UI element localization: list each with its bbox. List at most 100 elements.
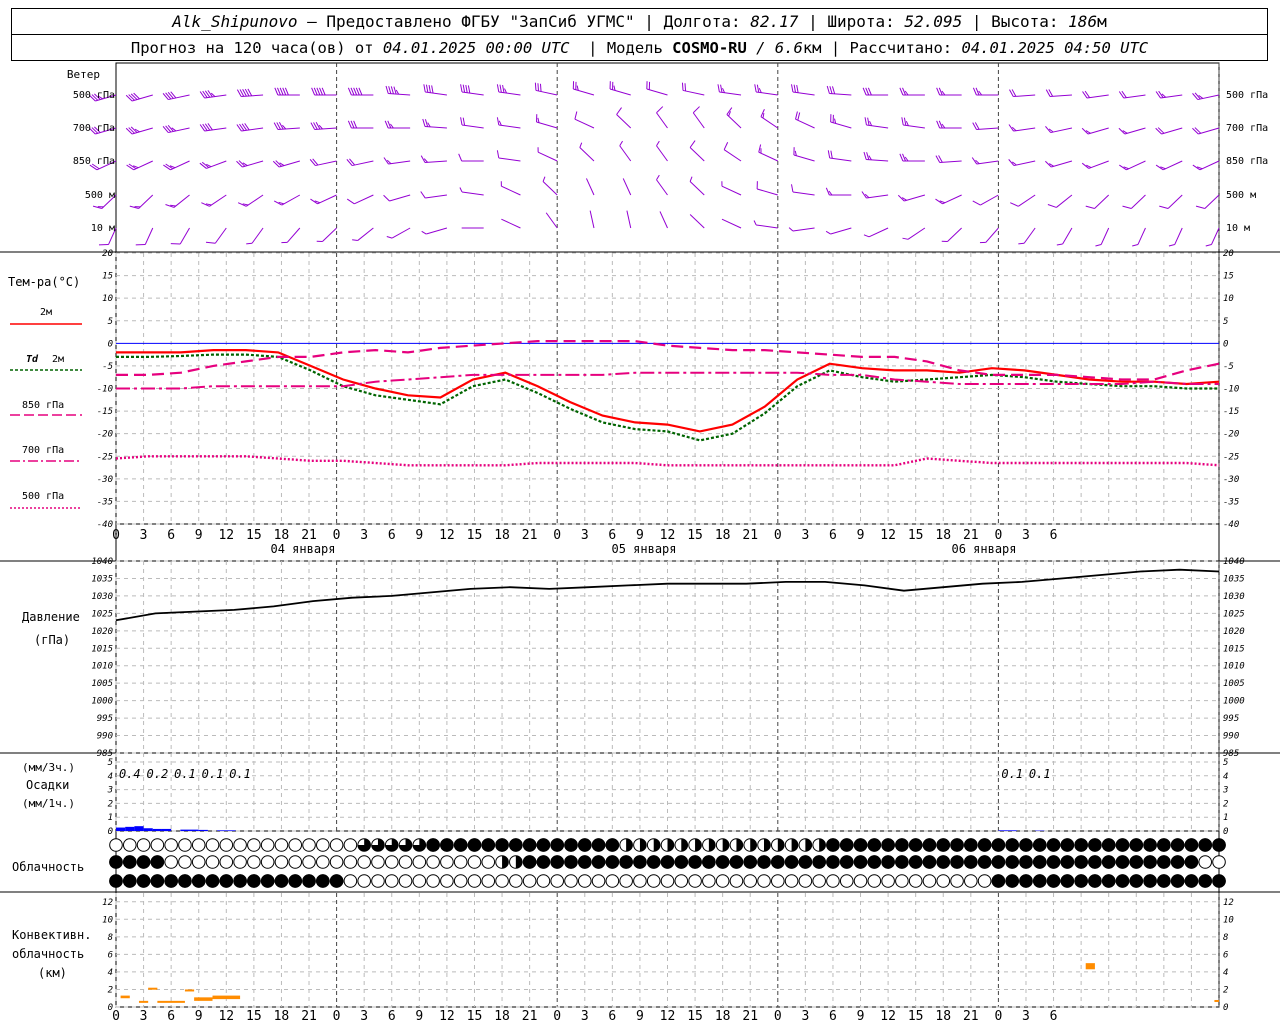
wind-barb-feather — [793, 84, 796, 93]
hour-tick-label: 0 — [333, 528, 341, 543]
cloud-symbol-fill — [653, 838, 660, 852]
hour-tick-label-bottom: 15 — [246, 1009, 262, 1024]
pressure-label: Давление — [22, 610, 80, 624]
wind-barb-feather — [867, 117, 870, 126]
wind-barb-staff — [206, 160, 227, 169]
cloud-cover-symbols — [109, 838, 1226, 888]
pressure-tick-label-right: 1030 — [1223, 592, 1245, 602]
wind-barb-staff — [498, 124, 521, 129]
cloud-symbol-fill — [1115, 855, 1130, 869]
cloud-symbol — [178, 855, 192, 869]
cloud-symbol-fill — [867, 838, 882, 852]
wind-barb-feather — [393, 86, 397, 95]
cloud-symbol-fill — [288, 874, 303, 888]
cloud-symbol-fill — [681, 838, 688, 852]
precip-bar — [189, 829, 199, 831]
cloud-symbol — [205, 838, 220, 852]
conv-tick-label-right: 10 — [1223, 915, 1234, 925]
conv-label-1: Конвективн. — [12, 928, 91, 942]
wind-barb-staff — [315, 160, 337, 167]
cloud-symbol-fill — [1074, 874, 1088, 888]
cloud-symbol — [922, 874, 937, 888]
wind-barb-feather — [460, 117, 463, 126]
wind-barb-staff — [1198, 127, 1220, 135]
cloud-symbol — [164, 838, 178, 852]
wind-barb-staff — [626, 210, 632, 229]
temp-tick-label-left: -30 — [97, 475, 113, 485]
wind-barb-staff — [760, 116, 779, 129]
wind-barb-feather — [619, 140, 623, 147]
cloud-symbol-fill — [109, 874, 123, 888]
wind-barb-staff — [689, 181, 705, 196]
cloud-symbol — [522, 874, 537, 888]
cloud-symbol-fill — [150, 855, 165, 869]
hour-tick-label-bottom: 3 — [581, 1009, 589, 1024]
conv-cloud-bar — [194, 997, 213, 1001]
cloud-symbol — [964, 874, 978, 888]
cloud-symbol-fill — [274, 874, 289, 888]
hour-tick-label: 6 — [829, 528, 837, 543]
hour-tick-label-bottom: 3 — [801, 1009, 809, 1024]
wind-barb-staff — [659, 211, 668, 229]
cloud-symbol-fill — [1088, 855, 1102, 869]
wind-barb-feather — [352, 239, 358, 241]
cloud-symbol — [853, 874, 868, 888]
cloud-symbol — [191, 855, 206, 869]
wind-barb-feather — [864, 117, 867, 126]
cloud-symbol — [343, 874, 358, 888]
hour-tick-label: 18 — [935, 528, 951, 543]
cloud-symbol — [274, 855, 289, 869]
wind-barb-staff — [424, 125, 447, 129]
cloud-symbol-fill — [702, 855, 716, 869]
precip-bar — [161, 828, 172, 831]
wind-level-500m: 500 м — [85, 190, 115, 201]
wind-barb-staff — [1050, 127, 1073, 134]
hour-tick-label: 3 — [140, 528, 148, 543]
cloud-symbol — [247, 855, 261, 869]
cloud-symbol-fill — [1198, 838, 1213, 852]
wind-barb-feather — [788, 227, 794, 232]
wind-barb-feather — [539, 83, 542, 92]
cloud-symbol — [798, 874, 813, 888]
wind-barb-feather — [272, 160, 280, 168]
wind-barb-staff — [1130, 194, 1146, 209]
legend-850-label: 850 гПа — [22, 400, 64, 411]
wind-barb-feather — [205, 241, 216, 244]
precip-bar — [134, 826, 144, 831]
wind-barb-feather — [130, 93, 138, 100]
pressure-tick-label-right: 995 — [1223, 714, 1239, 724]
wind-level-10m: 10 м — [91, 223, 115, 234]
cloud-symbol-fill — [708, 838, 716, 852]
temp-tick-label-right: -15 — [1223, 407, 1239, 417]
cloud-symbol — [702, 874, 716, 888]
wind-barb-staff — [758, 151, 779, 162]
cloud-symbol — [384, 874, 399, 888]
conv-tick-label-left: 12 — [102, 898, 113, 908]
precip-3h-label: (мм/3ч.) — [22, 761, 75, 774]
wind-barb-feather — [460, 84, 463, 93]
wind-barb-staff — [866, 194, 889, 199]
conv-tick-label-left: 0 — [108, 1003, 113, 1013]
cloud-symbol-fill — [577, 855, 592, 869]
wind-barb-feather — [903, 117, 907, 126]
wind-barb-staff — [241, 94, 264, 98]
legend-700-label: 700 гПа — [22, 445, 64, 456]
wind-barb-feather — [425, 84, 429, 93]
wind-barb-staff — [1199, 160, 1220, 171]
hour-tick-label: 0 — [774, 528, 782, 543]
wind-barb-feather — [754, 84, 757, 93]
cloud-symbol — [977, 874, 992, 888]
wind-barb-feather — [723, 142, 729, 150]
cloud-symbol-fill — [1170, 874, 1185, 888]
temp-tick-label-left: 0 — [108, 339, 113, 349]
temp-tick-label-left: 5 — [108, 317, 113, 327]
pressure-tick-label-left: 990 — [97, 732, 113, 742]
hour-tick-label-bottom: 12 — [880, 1009, 896, 1024]
hour-tick-label-bottom: 6 — [829, 1009, 837, 1024]
wind-barb-staff — [619, 145, 632, 162]
pressure-tick-label-left: 1015 — [91, 644, 113, 654]
wind-barb-feather — [692, 106, 700, 114]
wind-barb-staff — [461, 124, 484, 129]
wind-barb-staff — [692, 112, 705, 129]
hour-tick-label-bottom: 0 — [994, 1009, 1002, 1024]
